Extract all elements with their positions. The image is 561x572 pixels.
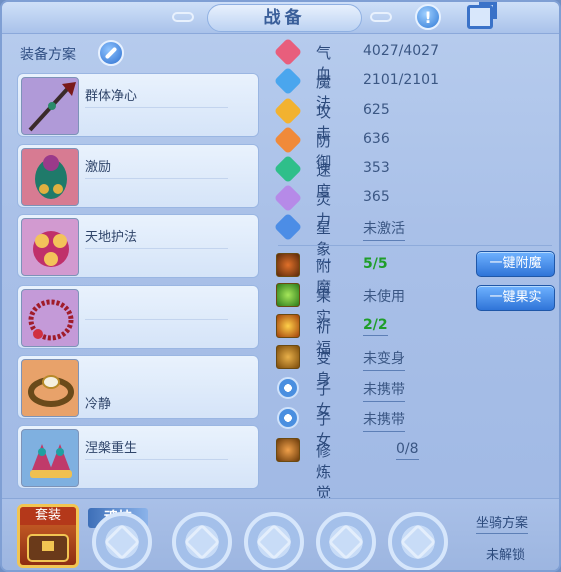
title-left-ornament [172,12,194,22]
suit-label: 套装 [20,507,76,525]
locked-slot-icon [255,523,293,561]
locked-slot-icon [183,523,221,561]
locked-slot-icon [103,523,141,561]
cultivation-icon [276,438,300,462]
mount-status: 未解锁 [486,548,526,563]
diamond-gem-icon [273,66,303,96]
equipment-slot-weapon[interactable]: 群体净心 [17,73,259,137]
star-gem-icon [273,212,303,242]
equipment-panel: 战备 ! 装备方案 群体净心 激励 天地护法 冷静 涅槃重生 气血 4027/4… [0,0,561,572]
chest-icon [27,534,69,562]
soul-skill-slot-3[interactable] [244,512,304,570]
blessing-icon [276,314,300,338]
equipment-slot-shoes[interactable]: 涅槃重生 [17,425,259,489]
transform-icon [276,345,300,369]
bracelet-icon [21,359,79,417]
help-button[interactable]: ! [412,2,444,32]
suit-button[interactable]: 套装 [17,504,79,568]
equipment-slot-necklace[interactable] [17,285,259,349]
title-right-ornament [370,12,392,22]
halberd-icon [21,77,79,135]
slot-name: 冷静 [85,397,112,412]
paw-icon [276,376,300,400]
slot-name: 群体净心 [85,89,138,104]
equipment-scheme-label: 装备方案 [20,47,76,63]
shoes-icon [21,429,79,487]
share-button[interactable] [464,2,496,32]
equipment-slot-helmet[interactable]: 天地护法 [17,214,259,278]
section-divider [278,245,552,246]
flower-helmet-icon [21,218,79,276]
paw-icon [276,406,300,430]
enchant-icon [276,253,300,277]
fruit-icon [276,283,300,307]
window-title: 战备 [207,4,362,32]
spirit-gem-icon [273,183,303,213]
slot-name: 激励 [85,160,112,175]
pencil-icon[interactable] [98,40,124,66]
sword-gem-icon [273,96,303,126]
one-click-enchant-button[interactable]: 一键附魔 [476,251,555,277]
locked-slot-icon [399,523,437,561]
armor-vest-icon [21,148,79,206]
heart-gem-icon [273,37,303,67]
one-click-fruit-button[interactable]: 一键果实 [476,285,555,311]
soul-skill-slot-5[interactable] [388,512,448,570]
soul-skill-slot-2[interactable] [172,512,232,570]
soul-skill-slot-4[interactable] [316,512,376,570]
share-icon [467,5,493,29]
shield-gem-icon [273,125,303,155]
lightning-gem-icon [273,154,303,184]
mount-scheme-button[interactable]: 坐骑方案 [476,512,529,534]
locked-slot-icon [327,523,365,561]
soul-skill-slot-1[interactable] [92,512,152,570]
necklace-icon [21,289,79,347]
equipment-slot-armor[interactable]: 激励 [17,144,259,208]
slot-name: 涅槃重生 [85,441,138,456]
slot-name: 天地护法 [85,230,138,245]
exclamation-icon: ! [415,4,441,30]
equipment-slot-bracelet[interactable]: 冷静 [17,355,259,419]
